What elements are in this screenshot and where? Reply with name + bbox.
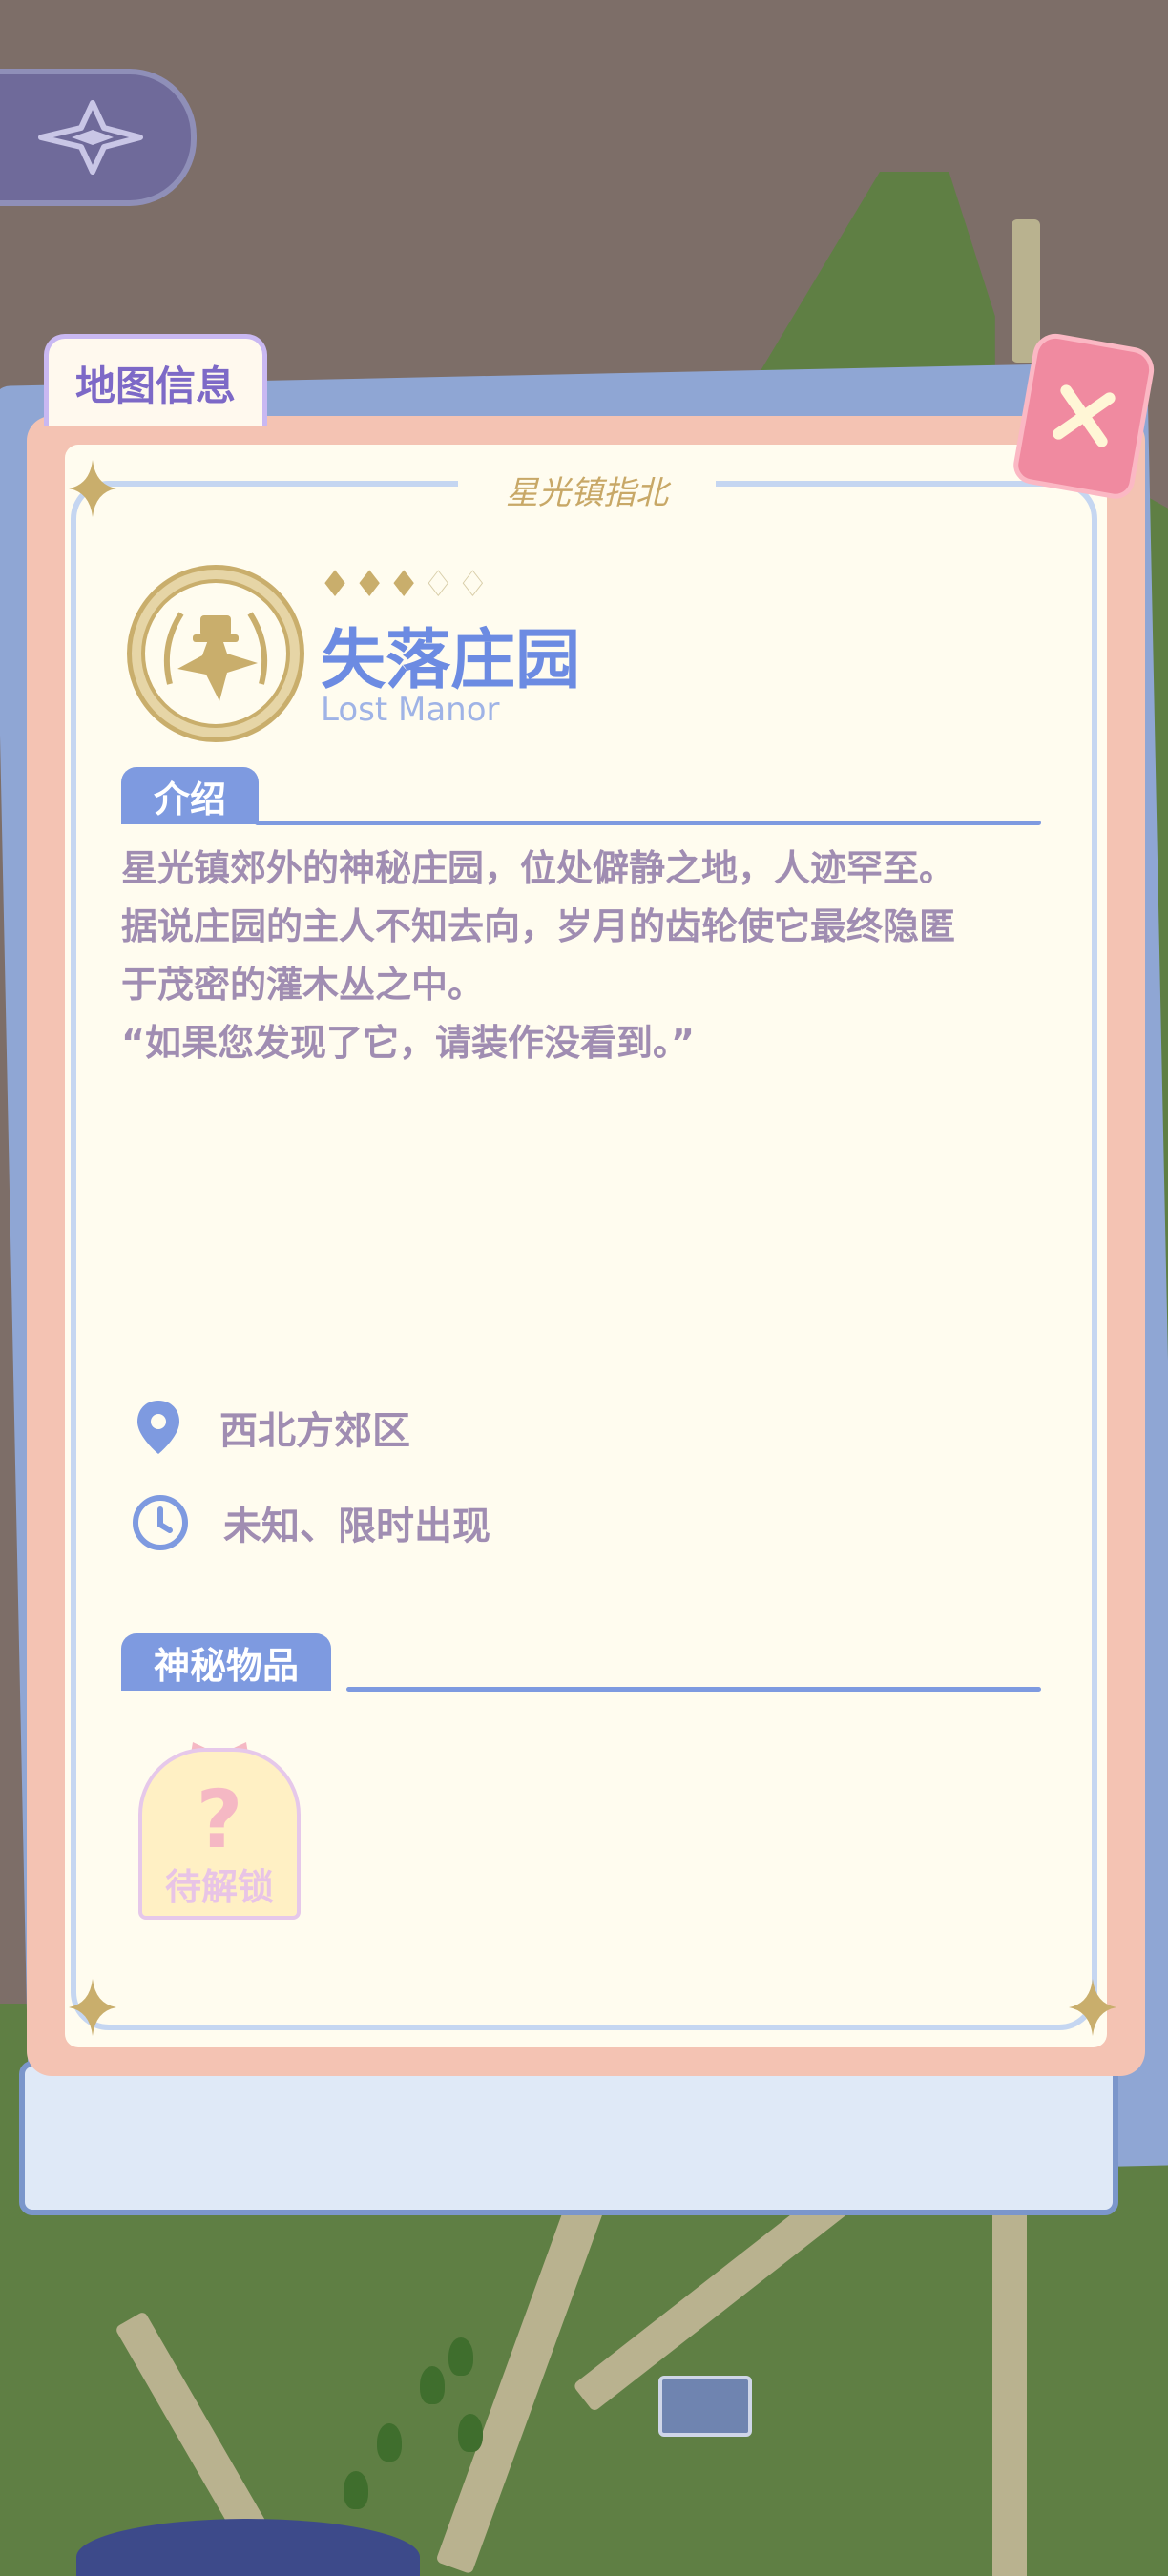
mystery-item-slot[interactable]: ? 待解锁 <box>138 1748 301 1920</box>
section-divider <box>346 1687 1041 1692</box>
map-bus-stop <box>658 2376 752 2437</box>
question-mark-icon: ? <box>196 1773 243 1866</box>
items-section-header: 神秘物品 <box>121 1633 1041 1692</box>
close-x-icon <box>1053 384 1116 447</box>
map-info-tab-label: 地图信息 <box>74 362 236 409</box>
star-filled-icon: ♦ <box>353 563 388 605</box>
signature-text: 星光镇指北 <box>506 473 668 512</box>
rating-stars: ♦♦♦♢♢ <box>319 563 490 605</box>
map-tree <box>420 2366 445 2404</box>
sparkle-icon <box>69 460 116 517</box>
intro-text: 星光镇郊外的神秘庄园，位处僻静之地，人迹罕至。 据说庄园的主人不知去向，岁月的齿… <box>121 840 1037 1072</box>
star-filled-icon: ♦ <box>319 563 354 605</box>
intro-section-title: 介绍 <box>121 767 260 824</box>
intro-line: 星光镇郊外的神秘庄园，位处僻静之地，人迹罕至。 <box>121 847 956 889</box>
intro-line: “如果您发现了它，请装作没看到。” <box>121 1022 695 1064</box>
star-empty-icon: ♢ <box>422 563 457 605</box>
clock-icon <box>133 1495 188 1550</box>
map-info-tab[interactable]: 地图信息 <box>44 334 267 426</box>
time-text: 未知、限时出现 <box>223 1505 490 1548</box>
region-row: 西北方郊区 <box>130 1397 410 1458</box>
back-button[interactable] <box>0 69 197 206</box>
location-title: 失落庄园 <box>321 623 581 698</box>
sparkle-icon <box>69 1979 116 2036</box>
location-subtitle: Lost Manor <box>321 691 500 729</box>
map-pin-icon <box>137 1401 179 1454</box>
map-road <box>992 2185 1027 2576</box>
map-tree <box>448 2337 473 2376</box>
map-tree <box>377 2423 402 2462</box>
map-tree <box>458 2414 483 2452</box>
section-divider <box>255 821 1041 825</box>
items-section-title: 神秘物品 <box>121 1633 332 1691</box>
intro-section-header: 介绍 <box>121 767 1041 825</box>
time-row: 未知、限时出现 <box>130 1492 490 1553</box>
map-road <box>1012 219 1040 363</box>
panel-signature: 星光镇指北 <box>458 456 716 523</box>
sparkle-icon <box>1069 1979 1116 2036</box>
item-locked-label: 待解锁 <box>164 1866 274 1908</box>
star-empty-icon: ♢ <box>456 563 491 605</box>
manor-emblem-icon <box>127 565 304 742</box>
map-tree <box>344 2471 368 2509</box>
close-button[interactable] <box>1011 330 1158 502</box>
star-filled-icon: ♦ <box>387 563 423 605</box>
intro-line: 于茂密的灌木丛之中。 <box>121 964 485 1006</box>
intro-line: 据说庄园的主人不知去向，岁月的齿轮使它最终隐匿 <box>121 905 956 947</box>
compass-star-icon <box>38 100 143 175</box>
region-text: 西北方郊区 <box>219 1409 410 1453</box>
book-pages <box>19 2061 1118 2215</box>
